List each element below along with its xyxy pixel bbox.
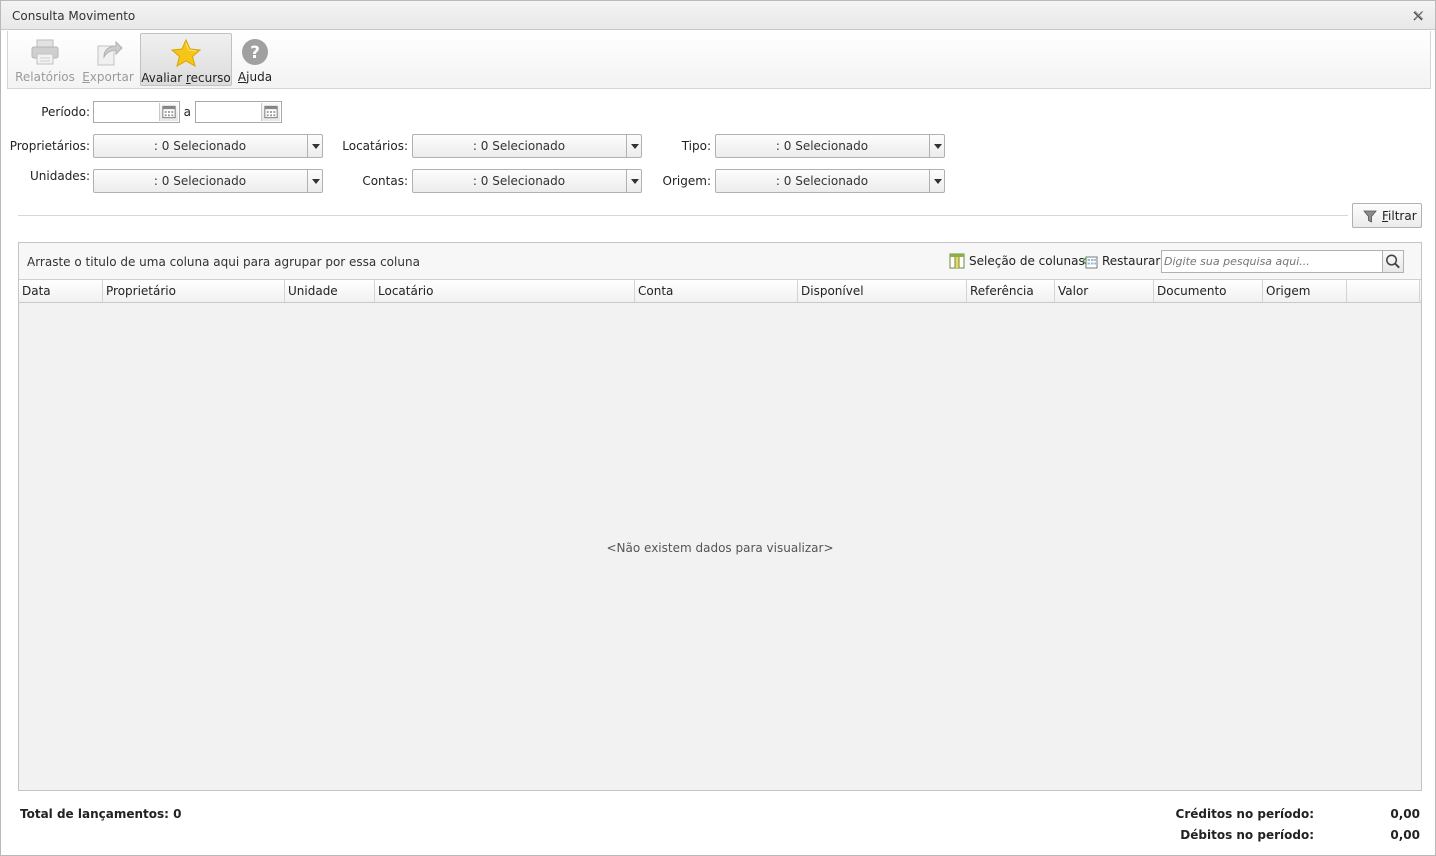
debits-label: Débitos no período: bbox=[1180, 828, 1314, 842]
period-label: Período: bbox=[41, 105, 90, 119]
units-value: : 0 Selecionado bbox=[153, 174, 247, 188]
export-icon bbox=[97, 40, 123, 66]
movements-grid: Arraste o titulo de uma coluna aqui para… bbox=[18, 242, 1422, 791]
restore-label: Restaurar bbox=[1102, 254, 1161, 268]
help-accel-key: A bbox=[237, 70, 247, 84]
units-label: Unidades: bbox=[30, 169, 90, 183]
star-icon bbox=[170, 38, 202, 68]
column-header[interactable]: Documento bbox=[1154, 280, 1263, 302]
help-button[interactable]: ? Ajuda bbox=[236, 33, 274, 86]
search-icon[interactable] bbox=[1382, 251, 1403, 272]
chevron-down-icon[interactable] bbox=[626, 135, 641, 157]
grid-header-row: Data Proprietário Unidade Locatário Conta Dis… bbox=[19, 280, 1421, 303]
column-header[interactable]: Origem bbox=[1263, 280, 1347, 302]
owners-label: Proprietários: bbox=[9, 139, 90, 153]
window-title: Consulta Movimento bbox=[12, 9, 136, 23]
empty-grid-message: <Não existem dados para visualizar> bbox=[606, 541, 834, 555]
title-bar: Consulta Movimento bbox=[1, 1, 1435, 30]
search-input[interactable] bbox=[1164, 254, 1374, 269]
chevron-down-icon[interactable] bbox=[307, 170, 322, 192]
period-separator: a bbox=[183, 105, 191, 119]
total-entries-label: Total de lançamentos: 0 bbox=[20, 807, 182, 821]
type-value: : 0 Selecionado bbox=[775, 139, 869, 153]
column-header[interactable]: Disponível bbox=[798, 280, 967, 302]
units-dropdown[interactable]: : 0 Selecionado bbox=[93, 169, 323, 193]
period-end-field[interactable] bbox=[195, 101, 282, 123]
chevron-down-icon[interactable] bbox=[626, 170, 641, 192]
rate-feature-button[interactable]: Avaliar recurso bbox=[140, 33, 232, 86]
debits-value: 0,00 bbox=[1390, 828, 1420, 842]
calendar-icon[interactable] bbox=[159, 103, 178, 121]
reports-button[interactable]: Relatórios bbox=[14, 33, 76, 86]
column-header-filler bbox=[1347, 280, 1420, 302]
help-label: Ajuda bbox=[236, 70, 274, 84]
tenants-dropdown[interactable]: : 0 Selecionado bbox=[412, 134, 642, 158]
export-accel-key: E bbox=[82, 70, 90, 84]
help-icon: ? bbox=[242, 39, 268, 65]
type-dropdown[interactable]: : 0 Selecionado bbox=[715, 134, 945, 158]
credits-value: 0,00 bbox=[1390, 807, 1420, 821]
origin-label: Origem: bbox=[662, 174, 711, 188]
filter-label-rest: iltrar bbox=[1388, 209, 1417, 223]
credits-label: Créditos no período: bbox=[1175, 807, 1314, 821]
consulta-movimento-window: Consulta Movimento Relatórios Exportar A… bbox=[0, 0, 1436, 856]
columns-icon bbox=[949, 253, 965, 269]
reports-label: Relatórios bbox=[15, 70, 75, 84]
column-header[interactable]: Conta bbox=[635, 280, 798, 302]
rate-label-prefix: Avaliar bbox=[141, 71, 186, 85]
svg-text:?: ? bbox=[250, 43, 260, 63]
rate-feature-label: Avaliar recurso bbox=[141, 71, 231, 85]
rate-label-suffix: ecurso bbox=[190, 71, 231, 85]
export-label: Exportar bbox=[80, 70, 136, 84]
export-button[interactable]: Exportar bbox=[80, 33, 136, 86]
filter-button-label: Filtrar bbox=[1382, 209, 1417, 223]
column-header[interactable]: Referência bbox=[967, 280, 1055, 302]
chevron-down-icon[interactable] bbox=[929, 170, 944, 192]
close-icon[interactable] bbox=[1411, 9, 1425, 23]
funnel-icon bbox=[1363, 210, 1377, 223]
type-label: Tipo: bbox=[681, 139, 711, 153]
tenants-value: : 0 Selecionado bbox=[472, 139, 566, 153]
grid-search-box[interactable] bbox=[1161, 250, 1404, 273]
column-header[interactable]: Locatário bbox=[375, 280, 635, 302]
filter-separator bbox=[18, 215, 1348, 216]
column-header[interactable]: Valor bbox=[1055, 280, 1154, 302]
restore-layout-icon bbox=[1082, 256, 1098, 269]
group-by-panel[interactable]: Arraste o titulo de uma coluna aqui para… bbox=[19, 243, 1421, 280]
printer-icon bbox=[31, 39, 59, 65]
owners-dropdown[interactable]: : 0 Selecionado bbox=[93, 134, 323, 158]
period-start-input[interactable] bbox=[96, 104, 156, 120]
period-end-input[interactable] bbox=[198, 104, 258, 120]
column-header[interactable]: Unidade bbox=[285, 280, 375, 302]
calendar-icon[interactable] bbox=[261, 103, 280, 121]
filter-button[interactable]: Filtrar bbox=[1352, 203, 1422, 228]
period-start-field[interactable] bbox=[93, 101, 180, 123]
export-label-rest: xportar bbox=[89, 70, 134, 84]
accounts-dropdown[interactable]: : 0 Selecionado bbox=[412, 169, 642, 193]
tenants-label: Locatários: bbox=[342, 139, 408, 153]
column-header[interactable]: Proprietário bbox=[103, 280, 285, 302]
origin-dropdown[interactable]: : 0 Selecionado bbox=[715, 169, 945, 193]
column-header[interactable]: Data bbox=[19, 280, 103, 302]
column-selection-label: Seleção de colunas bbox=[969, 254, 1085, 268]
help-label-rest: juda bbox=[246, 70, 273, 84]
accounts-label: Contas: bbox=[362, 174, 408, 188]
origin-value: : 0 Selecionado bbox=[775, 174, 869, 188]
chevron-down-icon[interactable] bbox=[307, 135, 322, 157]
owners-value: : 0 Selecionado bbox=[153, 139, 247, 153]
accounts-value: : 0 Selecionado bbox=[472, 174, 566, 188]
toolbar: Relatórios Exportar Avaliar recurso ? Aj… bbox=[7, 31, 1431, 89]
group-by-hint: Arraste o titulo de uma coluna aqui para… bbox=[27, 255, 420, 269]
chevron-down-icon[interactable] bbox=[929, 135, 944, 157]
